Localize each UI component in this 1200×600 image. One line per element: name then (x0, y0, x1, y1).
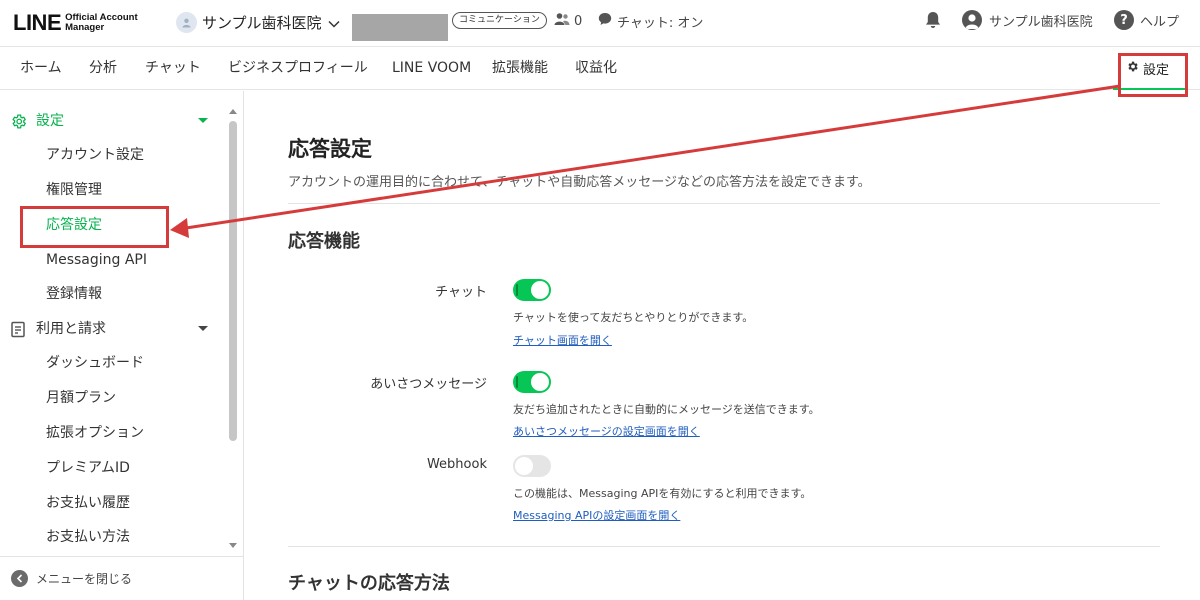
open-messaging-api-settings-link[interactable]: Messaging APIの設定画面を開く (513, 507, 680, 523)
sidebar-item-permissions[interactable]: 権限管理 (46, 175, 102, 205)
nav-analytics[interactable]: 分析 (89, 47, 117, 90)
sidebar-item-payment-history[interactable]: お支払い履歴 (46, 488, 130, 518)
sidebar-group-billing[interactable]: 利用と請求 (0, 312, 228, 346)
collapse-menu-button[interactable]: メニューを閉じる (0, 556, 243, 600)
sidebar-item-dashboard[interactable]: ダッシュボード (46, 348, 144, 378)
account-switcher[interactable]: サンプル歯科医院 (176, 10, 340, 34)
nav-line-voom[interactable]: LINE VOOM (392, 47, 471, 90)
section-title-response-features: 応答機能 (288, 231, 360, 252)
toggle-knob (531, 281, 549, 299)
sidebar-scrollbar-thumb[interactable] (229, 121, 237, 441)
nav-chat[interactable]: チャット (145, 47, 201, 90)
nav-home[interactable]: ホーム (20, 47, 62, 90)
logo-text: LINE (13, 10, 62, 35)
plan-badge: コミュニケーション (452, 12, 547, 29)
webhook-toggle-label: Webhook (426, 457, 487, 472)
greeting-toggle-label: あいさつメッセージ (370, 377, 487, 392)
sidebar-group-billing-label: 利用と請求 (36, 321, 106, 337)
scroll-up-arrow-icon[interactable] (229, 109, 237, 114)
nav-monetization[interactable]: 収益化 (575, 47, 617, 90)
user-menu[interactable]: サンプル歯科医院 (962, 9, 1093, 31)
caret-down-icon (198, 326, 208, 331)
friends-icon (554, 12, 570, 30)
webhook-description: この機能は、Messaging APIを有効にすると利用できます。 (513, 487, 812, 500)
open-chat-link[interactable]: チャット画面を開く (513, 332, 612, 348)
sidebar-item-messaging-api[interactable]: Messaging API (46, 245, 147, 275)
sidebar-group-settings-label: 設定 (36, 113, 64, 129)
sidebar-item-payment-method[interactable]: お支払い方法 (46, 522, 130, 552)
chat-description: チャットを使って友だちとやりとりができます。 (513, 311, 754, 324)
chevron-down-icon (328, 13, 340, 32)
chat-bubble-icon (598, 12, 612, 30)
sidebar-item-registration-info[interactable]: 登録情報 (46, 279, 102, 309)
redacted-account-id (352, 14, 448, 41)
sidebar-group-settings[interactable]: 設定 (0, 104, 228, 138)
sidebar: 設定 アカウント設定 権限管理 応答設定 Messaging API 登録情報 … (0, 91, 244, 600)
greeting-message-toggle[interactable] (513, 371, 551, 393)
friends-count: 0 (554, 11, 582, 31)
page-title: 応答設定 (288, 137, 372, 161)
collapse-menu-label: メニューを閉じる (36, 572, 133, 586)
chevron-left-icon (11, 570, 28, 587)
toggle-knob (531, 373, 549, 391)
line-oa-logo[interactable]: LINE Official Account Manager (13, 8, 138, 38)
nav-business-profile[interactable]: ビジネスプロフィール (228, 47, 368, 90)
chat-status: チャット: オン (598, 11, 703, 31)
divider (288, 203, 1160, 204)
user-name: サンプル歯科医院 (989, 14, 1093, 30)
main-content: 応答設定 アカウントの運用目的に合わせて、チャットや自動応答メッセージなどの応答… (245, 91, 1200, 600)
sidebar-item-extension-options[interactable]: 拡張オプション (46, 418, 144, 448)
friends-count-value: 0 (574, 13, 583, 29)
greeting-description: 友だち追加されたときに自動的にメッセージを送信できます。 (513, 403, 820, 416)
toggle-knob (515, 457, 533, 475)
annotation-highlight-response-settings (20, 206, 169, 248)
webhook-toggle[interactable] (513, 455, 551, 477)
help-label: ヘルプ (1140, 14, 1180, 30)
top-bar: LINE Official Account Manager サンプル歯科医院 コ… (0, 0, 1200, 46)
chat-toggle-label: チャット (435, 285, 487, 300)
user-avatar-icon (962, 10, 982, 30)
sidebar-menu: 設定 アカウント設定 権限管理 応答設定 Messaging API 登録情報 … (0, 91, 228, 556)
help-icon: ? (1114, 10, 1134, 30)
account-name: サンプル歯科医院 (202, 13, 322, 32)
main-nav: ホーム 分析 チャット ビジネスプロフィール LINE VOOM 拡張機能 収益… (0, 46, 1200, 90)
chat-toggle[interactable] (513, 279, 551, 301)
sidebar-item-account-settings[interactable]: アカウント設定 (46, 140, 144, 170)
caret-down-icon (198, 118, 208, 123)
section-title-chat-response-method: チャットの応答方法 (288, 573, 450, 594)
divider (288, 546, 1160, 547)
sidebar-item-premium-id[interactable]: プレミアムID (46, 453, 130, 483)
bell-icon[interactable] (923, 10, 943, 34)
chat-status-text: チャット: オン (617, 15, 704, 31)
annotation-highlight-settings-tab (1118, 53, 1188, 97)
sidebar-item-monthly-plan[interactable]: 月額プラン (46, 383, 116, 413)
open-greeting-settings-link[interactable]: あいさつメッセージの設定画面を開く (513, 423, 700, 439)
receipt-icon (10, 321, 26, 342)
help-link[interactable]: ? ヘルプ (1114, 9, 1179, 31)
gear-icon (10, 113, 27, 134)
account-avatar-icon (176, 11, 197, 33)
logo-subtext: Official Account Manager (65, 12, 138, 33)
scroll-down-arrow-icon[interactable] (229, 543, 237, 548)
nav-extensions[interactable]: 拡張機能 (492, 47, 548, 90)
page-description: アカウントの運用目的に合わせて、チャットや自動応答メッセージなどの応答方法を設定… (288, 175, 871, 190)
